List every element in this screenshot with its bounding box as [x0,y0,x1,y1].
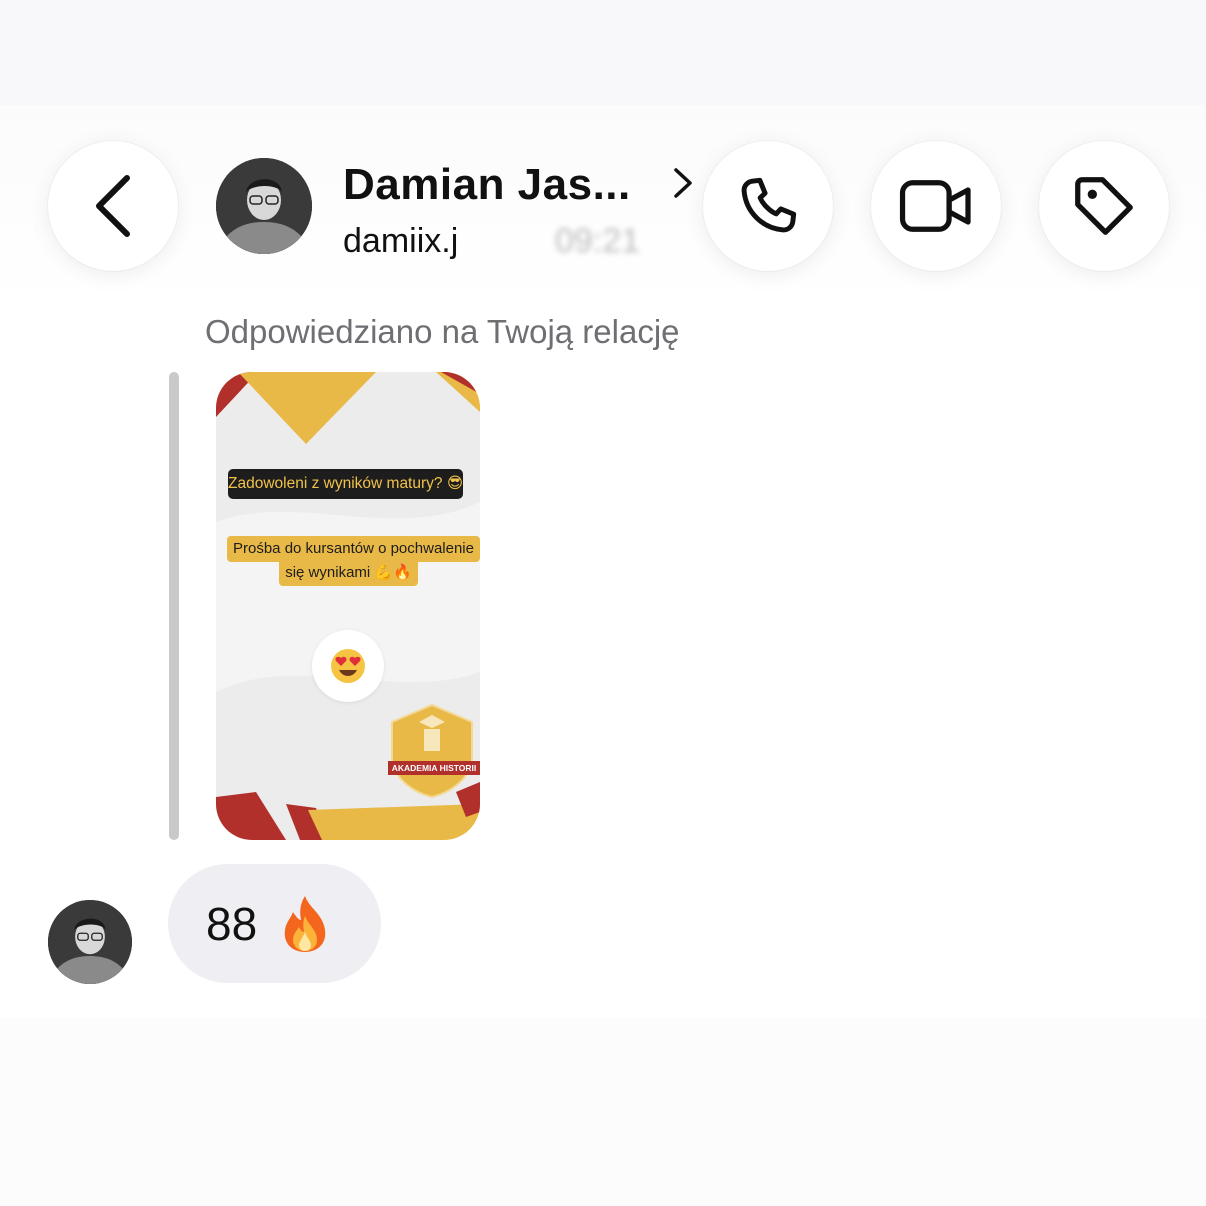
story-prompt-line1: Prośba do kursantów o pochwalenie [227,536,480,562]
back-button[interactable] [48,141,178,271]
contact-username: damiix.j [343,222,459,260]
reply-indicator-bar [169,372,179,840]
story-question-sticker: Zadowoleni z wyników matury? 😎 [228,469,463,499]
sender-avatar[interactable] [48,900,132,984]
story-preview[interactable]: Zadowoleni z wyników matury? 😎 Prośba do… [216,372,480,840]
story-prompt-line2: się wynikami 💪🔥 [279,562,418,586]
academy-badge-label: AKADEMIA HISTORII [388,761,480,775]
avatar-photo [48,900,132,984]
heart-eyes-emoji-icon [331,649,365,683]
contact-avatar[interactable] [216,158,312,254]
story-reply-label: Odpowiedziano na Twoją relację [205,313,680,350]
tag-icon [1075,177,1133,235]
fire-emoji-icon [284,895,326,952]
chevron-right-icon[interactable] [672,166,694,200]
message-text: 88 [206,897,258,950]
status-time: 09:21 [555,222,641,260]
video-camera-icon [899,180,971,232]
top-band [0,0,1206,105]
story-prompt-sticker: Prośba do kursantów o pochwalenie się wy… [227,536,480,589]
avatar-photo [216,158,312,254]
story-reaction [312,630,384,702]
audio-call-button[interactable] [703,141,833,271]
chevron-left-icon [96,175,130,237]
bottom-band [0,1018,1206,1206]
tag-button[interactable] [1039,141,1169,271]
contact-name[interactable]: Damian Jas... [343,160,631,210]
message-bubble[interactable]: 88 [168,864,381,983]
video-call-button[interactable] [871,141,1001,271]
phone-icon [741,177,797,233]
